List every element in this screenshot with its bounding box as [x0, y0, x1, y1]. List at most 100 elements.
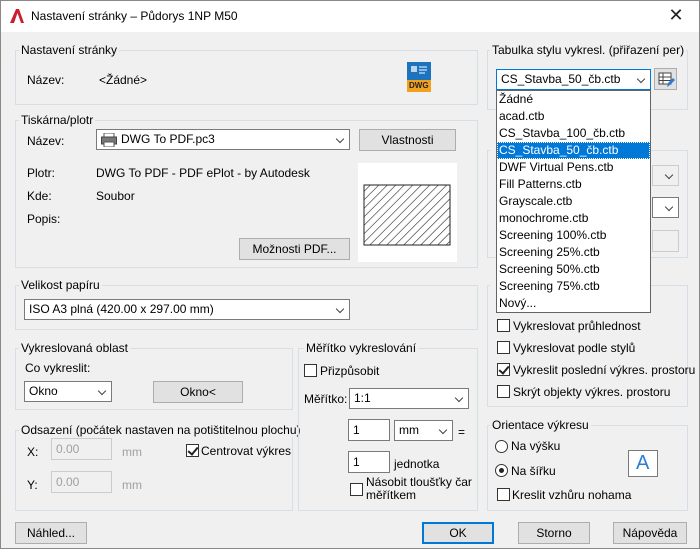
chevron-down-icon: [435, 421, 452, 440]
scale-lineweights-label: Násobit tloušťky čar měřítkem: [366, 475, 472, 502]
what-to-plot-select[interactable]: Okno: [24, 381, 112, 402]
edit-plot-style-button[interactable]: [654, 68, 677, 90]
quality-select[interactable]: [652, 197, 679, 218]
fit-to-paper-checkbox[interactable]: [304, 364, 317, 377]
scale-value2-input[interactable]: 1: [348, 451, 390, 473]
chevron-down-icon: [94, 382, 111, 401]
plot-style-table-select[interactable]: CS_Stavba_50_čb.ctb: [496, 69, 651, 90]
plot-style-option[interactable]: Screening 50%.ctb: [497, 261, 650, 278]
dwg-icon-label: DWG: [409, 81, 429, 90]
plot-transparency-label: Vykreslovat průhlednost: [513, 319, 641, 333]
properties-button[interactable]: Vlastnosti: [359, 129, 456, 151]
scale-value: 1:1: [354, 391, 371, 405]
offset-y-unit: mm: [122, 478, 142, 492]
plotter-value: DWG To PDF - PDF ePlot - by Autodesk: [96, 166, 310, 180]
plot-style-option[interactable]: monochrome.ctb: [497, 210, 650, 227]
plot-style-table-legend: Tabulka stylu vykresl. (přiřazení per): [490, 43, 687, 57]
landscape-radio[interactable]: [495, 464, 508, 477]
scale-unit-value: mm: [399, 423, 419, 437]
offset-y-input[interactable]: 0.00: [51, 471, 112, 493]
printer-legend: Tiskárna/plotr: [19, 113, 96, 127]
chevron-down-icon: [451, 389, 468, 408]
scale-unit-select[interactable]: mm: [394, 420, 453, 441]
printer-name-select[interactable]: DWG To PDF.pc3: [96, 129, 350, 150]
plot-style-option[interactable]: Screening 25%.ctb: [497, 244, 650, 261]
offset-x-unit: mm: [122, 445, 142, 459]
plot-transparency-checkbox[interactable]: [497, 319, 510, 332]
scale-lineweights-checkbox[interactable]: [350, 483, 363, 496]
ok-button[interactable]: OK: [422, 522, 494, 544]
paper-preview: [358, 163, 457, 262]
plot-style-option[interactable]: Fill Patterns.ctb: [497, 176, 650, 193]
portrait-label: Na výšku: [511, 439, 561, 453]
plot-area-legend: Vykreslovaná oblast: [19, 341, 130, 355]
preview-button[interactable]: Náhled...: [15, 522, 87, 544]
autocad-app-icon: [10, 9, 24, 23]
plot-style-option[interactable]: Screening 100%.ctb: [497, 227, 650, 244]
center-plot-checkbox[interactable]: [186, 444, 199, 457]
where-value: Soubor: [96, 189, 135, 203]
paper-size-legend: Velikost papíru: [19, 278, 102, 292]
window-title: Nastavení stránky – Půdorys 1NP M50: [31, 9, 238, 23]
cancel-button[interactable]: Storno: [518, 522, 590, 544]
page-setup-name-label: Název:: [27, 73, 65, 87]
offset-x-input[interactable]: 0.00: [51, 438, 112, 460]
scale-value1-input[interactable]: 1: [348, 419, 390, 441]
help-button[interactable]: Nápověda: [613, 522, 687, 544]
printer-name-value: DWG To PDF.pc3: [121, 132, 215, 146]
plot-with-styles-label: Vykreslovat podle stylů: [513, 341, 636, 355]
plot-style-option[interactable]: Screening 75%.ctb: [497, 278, 650, 295]
dpi-input[interactable]: [652, 230, 679, 252]
scale-label: Měřítko:: [304, 392, 348, 406]
hide-paperspace-objects-checkbox[interactable]: [497, 385, 510, 398]
plot-offset-legend: Odsazení (počátek nastaven na potištitel…: [19, 423, 303, 437]
paper-size-value: ISO A3 plná (420.00 x 297.00 mm): [29, 302, 214, 316]
plot-style-option[interactable]: CS_Stavba_100_čb.ctb: [497, 125, 650, 142]
plot-style-option[interactable]: Grayscale.ctb: [497, 193, 650, 210]
printer-icon: [101, 133, 117, 147]
dwg-file-icon: DWG: [405, 61, 433, 93]
landscape-label: Na šířku: [511, 464, 556, 478]
close-icon[interactable]: ✕: [659, 3, 693, 29]
plot-with-styles-checkbox[interactable]: [497, 341, 510, 354]
chevron-down-icon: [661, 166, 678, 185]
scale-unit2-label: jednotka: [394, 457, 440, 471]
pdf-options-button[interactable]: Možnosti PDF...: [239, 238, 350, 260]
plot-paperspace-last-checkbox[interactable]: [497, 363, 510, 376]
equals-sign: =: [458, 425, 466, 439]
orientation-preview-icon: A: [628, 450, 658, 477]
portrait-radio[interactable]: [495, 440, 508, 453]
what-to-plot-label: Co vykreslit:: [25, 361, 91, 375]
plot-scale-legend: Měřítko vykreslování: [304, 341, 419, 355]
plot-style-option[interactable]: DWF Virtual Pens.ctb: [497, 159, 650, 176]
plot-style-option[interactable]: CS_Stavba_50_čb.ctb: [497, 142, 650, 159]
printer-name-label: Název:: [27, 134, 65, 148]
chevron-down-icon: [633, 70, 650, 89]
scale-select[interactable]: 1:1: [349, 388, 469, 409]
where-label: Kde:: [27, 189, 52, 203]
plot-style-option[interactable]: Žádné: [497, 91, 650, 108]
shade-plot-select[interactable]: [652, 165, 679, 186]
offset-y-label: Y:: [27, 478, 38, 492]
center-plot-label: Centrovat výkres: [201, 444, 292, 458]
offset-x-label: X:: [27, 445, 39, 459]
plot-style-option[interactable]: Nový...: [497, 295, 650, 312]
plot-style-table-dropdown: Žádné acad.ctb CS_Stavba_100_čb.ctb CS_Stav…: [496, 90, 651, 313]
upside-down-checkbox[interactable]: [497, 488, 510, 501]
plot-paperspace-last-label: Vykreslit poslední výkres. prostoru: [513, 363, 696, 377]
chevron-down-icon: [332, 300, 349, 319]
plot-style-option[interactable]: acad.ctb: [497, 108, 650, 125]
orientation-preview-letter: A: [636, 452, 650, 474]
upside-down-label: Kreslit vzhůru nohama: [512, 488, 632, 502]
plot-style-table-value: CS_Stavba_50_čb.ctb: [501, 72, 621, 86]
edit-table-icon: [658, 72, 675, 87]
chevron-down-icon: [332, 130, 349, 149]
page-setup-dialog: Nastavení stránky – Půdorys 1NP M50 ✕ Na…: [0, 0, 700, 549]
orientation-legend: Orientace výkresu: [490, 418, 591, 432]
plotter-label: Plotr:: [27, 166, 56, 180]
title-bar: Nastavení stránky – Půdorys 1NP M50 ✕: [1, 1, 699, 32]
page-setup-legend: Nastavení stránky: [19, 43, 120, 57]
chevron-down-icon: [661, 198, 678, 217]
window-select-button[interactable]: Okno<: [153, 381, 243, 403]
paper-size-select[interactable]: ISO A3 plná (420.00 x 297.00 mm): [24, 299, 350, 320]
